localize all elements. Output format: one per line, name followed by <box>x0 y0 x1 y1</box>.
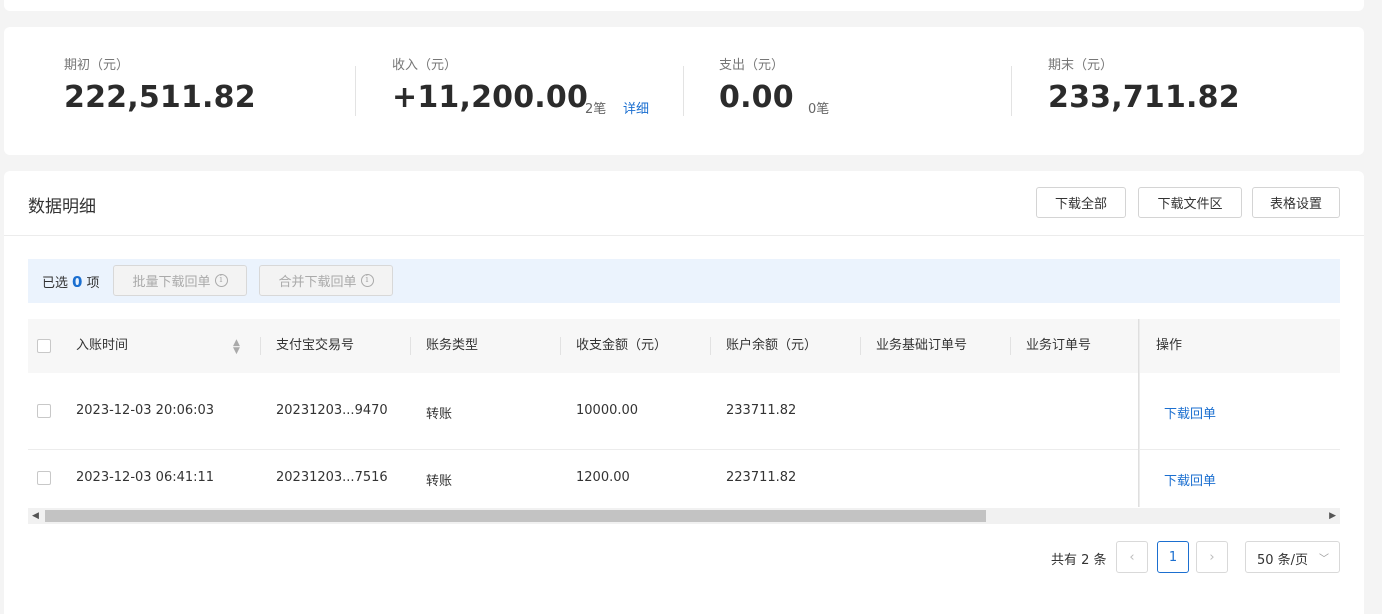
income-detail-link[interactable]: 详细 <box>623 98 649 117</box>
merge-download-label: 合并下载回单 <box>278 275 357 290</box>
table-row: 2023-12-03 06:41:11 20231203...7516 转账 1… <box>28 450 1340 507</box>
horizontal-scrollbar[interactable]: ◀ ▶ <box>28 508 1340 524</box>
sort-icon[interactable]: ▲ ▼ <box>233 339 240 356</box>
download-all-button[interactable]: 下载全部 <box>1036 187 1126 218</box>
merge-download-button[interactable]: 合并下载回单 i <box>259 265 393 296</box>
column-separator <box>560 337 561 355</box>
chevron-down-icon: ﹀ <box>1319 554 1329 565</box>
selection-prefix: 已选 <box>42 276 69 291</box>
divider <box>683 66 684 116</box>
column-separator <box>260 337 261 355</box>
info-icon: i <box>360 274 374 287</box>
closing-value: 233,711.82 <box>1048 80 1240 115</box>
row-checkbox[interactable] <box>37 404 51 418</box>
batch-download-button[interactable]: 批量下载回单 i <box>113 265 247 296</box>
divider <box>4 235 1364 236</box>
chevron-left-icon: ‹ <box>1129 549 1135 565</box>
column-header-base-order: 业务基础订单号 <box>876 338 968 353</box>
table-header: 入账时间 ▲ ▼ 支付宝交易号 账务类型 收支金额（元） 账户余额（元） 业务基础… <box>28 319 1340 373</box>
table-row: 2023-12-03 20:06:03 20231203...9470 转账 1… <box>28 373 1340 450</box>
selection-suffix: 项 <box>86 276 100 291</box>
cell-time: 2023-12-03 06:41:11 <box>76 470 215 485</box>
chevron-right-icon: › <box>1209 549 1215 565</box>
page-size-value: 50 条/页 <box>1257 553 1309 568</box>
column-separator <box>860 337 861 355</box>
detail-card: 数据明细 下载全部 下载文件区 表格设置 已选 0 项 批量下载回单 i 合并下载回单… <box>4 171 1364 614</box>
divider <box>355 66 356 116</box>
selection-count: 0 <box>72 273 83 291</box>
cell-type: 转账 <box>426 407 453 422</box>
download-receipt-link[interactable]: 下载回单 <box>1164 470 1216 489</box>
cell-balance: 233711.82 <box>726 403 797 418</box>
cell-trade-no: 20231203...9470 <box>276 403 388 418</box>
expense-label: 支出（元） <box>719 58 785 73</box>
column-header-amount: 收支金额（元） <box>576 338 668 353</box>
column-header-order: 业务订单号 <box>1026 338 1092 353</box>
cell-amount: 10000.00 <box>576 403 639 418</box>
fixed-column-shadow <box>1138 319 1140 507</box>
select-all-checkbox[interactable] <box>37 339 51 353</box>
income-count: 2笔 <box>585 102 607 117</box>
transactions-table: 入账时间 ▲ ▼ 支付宝交易号 账务类型 收支金额（元） 账户余额（元） 业务基础… <box>28 319 1340 527</box>
selection-summary: 已选 0 项 <box>42 272 99 291</box>
column-header-time: 入账时间 <box>76 338 129 353</box>
divider <box>1011 66 1012 116</box>
cell-type: 转账 <box>426 474 453 489</box>
opening-label: 期初（元） <box>64 58 130 73</box>
column-header-balance: 账户余额（元） <box>726 338 818 353</box>
section-title: 数据明细 <box>28 197 96 217</box>
top-card-edge <box>4 0 1364 11</box>
column-header-action: 操作 <box>1156 338 1183 353</box>
download-area-button[interactable]: 下载文件区 <box>1138 187 1242 218</box>
cell-amount: 1200.00 <box>576 470 630 485</box>
summary-card: 期初（元） 222,511.82 收入（元） +11,200.00 2笔 详细 … <box>4 27 1364 155</box>
column-separator <box>1010 337 1011 355</box>
expense-count: 0笔 <box>808 102 830 117</box>
column-header-type: 账务类型 <box>426 338 479 353</box>
column-separator <box>710 337 711 355</box>
info-icon: i <box>214 274 228 287</box>
column-separator <box>410 337 411 355</box>
page-size-select[interactable]: 50 条/页 ﹀ <box>1245 541 1340 573</box>
income-label: 收入（元） <box>392 58 458 73</box>
selection-bar: 已选 0 项 批量下载回单 i 合并下载回单 i <box>28 259 1340 303</box>
download-receipt-link[interactable]: 下载回单 <box>1164 403 1216 422</box>
opening-value: 222,511.82 <box>64 80 256 115</box>
batch-download-label: 批量下载回单 <box>132 275 211 290</box>
pagination-total: 共有 2 条 <box>1051 553 1107 568</box>
page-1-button[interactable]: 1 <box>1157 541 1189 573</box>
scroll-left-icon[interactable]: ◀ <box>32 511 39 521</box>
scroll-right-icon[interactable]: ▶ <box>1329 511 1336 521</box>
table-settings-button[interactable]: 表格设置 <box>1252 187 1340 218</box>
next-page-button[interactable]: › <box>1196 541 1228 573</box>
column-header-trade-no: 支付宝交易号 <box>276 338 355 353</box>
closing-label: 期末（元） <box>1048 58 1114 73</box>
expense-value: 0.00 <box>719 80 794 115</box>
cell-balance: 223711.82 <box>726 470 797 485</box>
cell-trade-no: 20231203...7516 <box>276 470 388 485</box>
row-checkbox[interactable] <box>37 471 51 485</box>
prev-page-button[interactable]: ‹ <box>1116 541 1148 573</box>
scrollbar-thumb[interactable] <box>45 510 986 522</box>
cell-time: 2023-12-03 20:06:03 <box>76 403 215 418</box>
income-value: +11,200.00 <box>392 80 589 115</box>
